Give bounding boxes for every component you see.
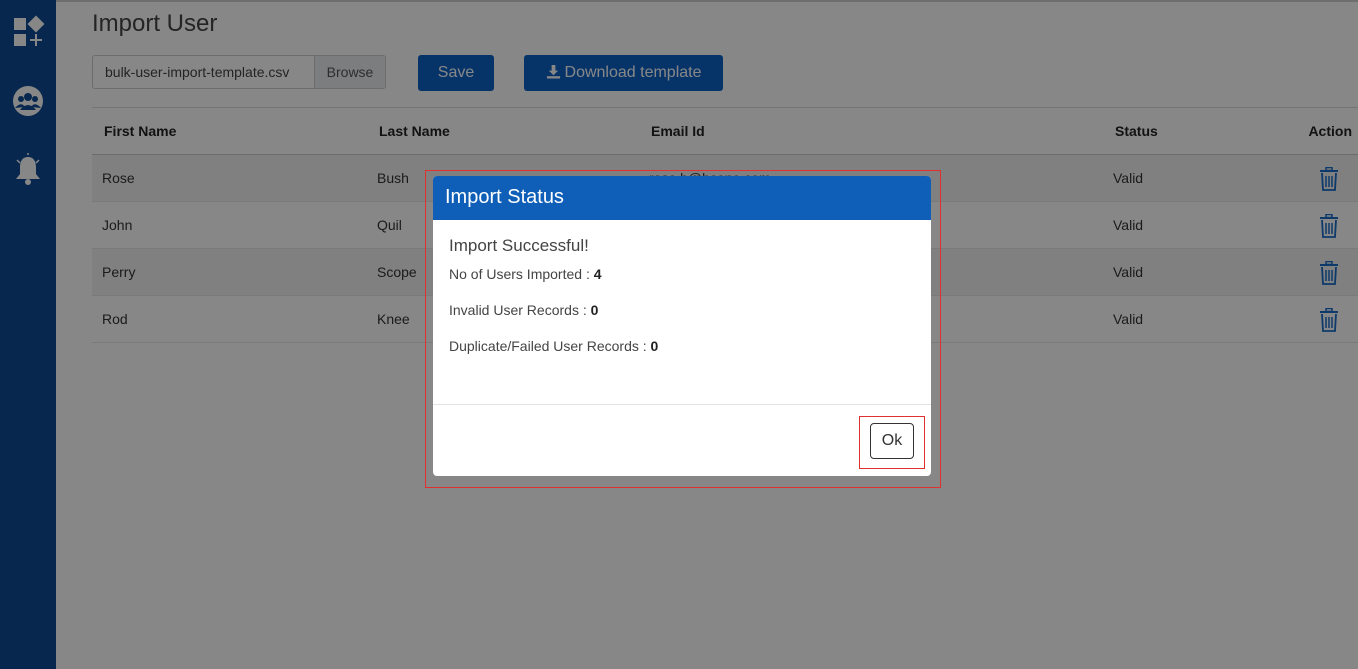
modal-title: Import Status bbox=[433, 176, 931, 220]
stat-value: 0 bbox=[590, 302, 599, 318]
import-success-message: Import Successful! bbox=[449, 236, 589, 255]
stat-label: Invalid User Records : bbox=[449, 302, 591, 318]
duplicate-failed-records-stat: Duplicate/Failed User Records : 0 bbox=[449, 338, 915, 354]
modal-body: Import Successful! No of Users Imported … bbox=[433, 220, 931, 405]
stat-value: 4 bbox=[593, 266, 602, 282]
stat-label: No of Users Imported : bbox=[449, 266, 594, 282]
stat-value: 0 bbox=[650, 338, 659, 354]
users-imported-stat: No of Users Imported : 4 bbox=[449, 266, 915, 282]
import-status-modal: Import Status Import Successful! No of U… bbox=[433, 176, 931, 476]
ok-button-highlight-box bbox=[859, 416, 925, 469]
invalid-records-stat: Invalid User Records : 0 bbox=[449, 302, 915, 318]
stat-label: Duplicate/Failed User Records : bbox=[449, 338, 651, 354]
